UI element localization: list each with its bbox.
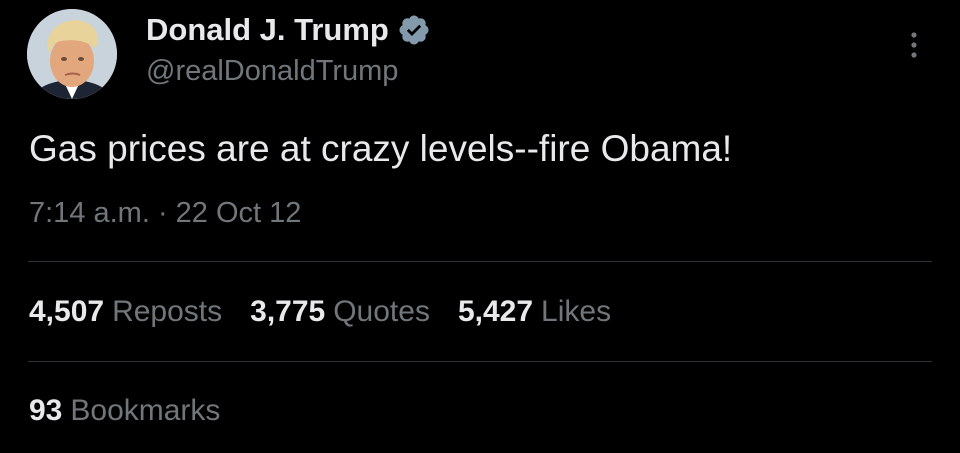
author-display-name[interactable]: Donald J. Trump <box>146 12 389 48</box>
quotes-stat[interactable]: 3,775 Quotes <box>250 295 430 329</box>
divider <box>28 361 932 362</box>
reposts-label: Reposts <box>112 295 223 328</box>
bookmarks-label: Bookmarks <box>70 394 221 427</box>
reposts-stat[interactable]: 4,507 Reposts <box>29 295 222 329</box>
likes-label: Likes <box>541 295 612 328</box>
likes-count: 5,427 <box>457 295 534 328</box>
likes-stat[interactable]: 5,427 Likes <box>458 295 611 329</box>
reposts-count: 4,507 <box>29 295 105 328</box>
quotes-count: 3,775 <box>250 295 326 328</box>
avatar-photo <box>27 9 117 99</box>
verified-badge-icon <box>399 15 429 45</box>
tweet-timestamp[interactable]: 7:14 a.m. · 22 Oct 12 <box>29 197 301 230</box>
more-options-button[interactable] <box>900 28 928 62</box>
tweet-text: Gas prices are at crazy levels--fire Oba… <box>29 128 733 169</box>
more-options-icon <box>911 32 917 58</box>
author-header[interactable]: Donald J. Trump <box>146 11 431 49</box>
bookmarks-stat[interactable]: 93 Bookmarks <box>29 394 220 428</box>
avatar[interactable] <box>27 9 117 99</box>
engagement-stats: 4,507 Reposts 3,775 Quotes 5,427 Likes <box>29 295 639 329</box>
quotes-label: Quotes <box>333 295 430 328</box>
bookmarks-count: 93 <box>29 394 63 427</box>
author-handle[interactable]: @realDonaldTrump <box>146 55 398 88</box>
divider <box>28 261 932 262</box>
